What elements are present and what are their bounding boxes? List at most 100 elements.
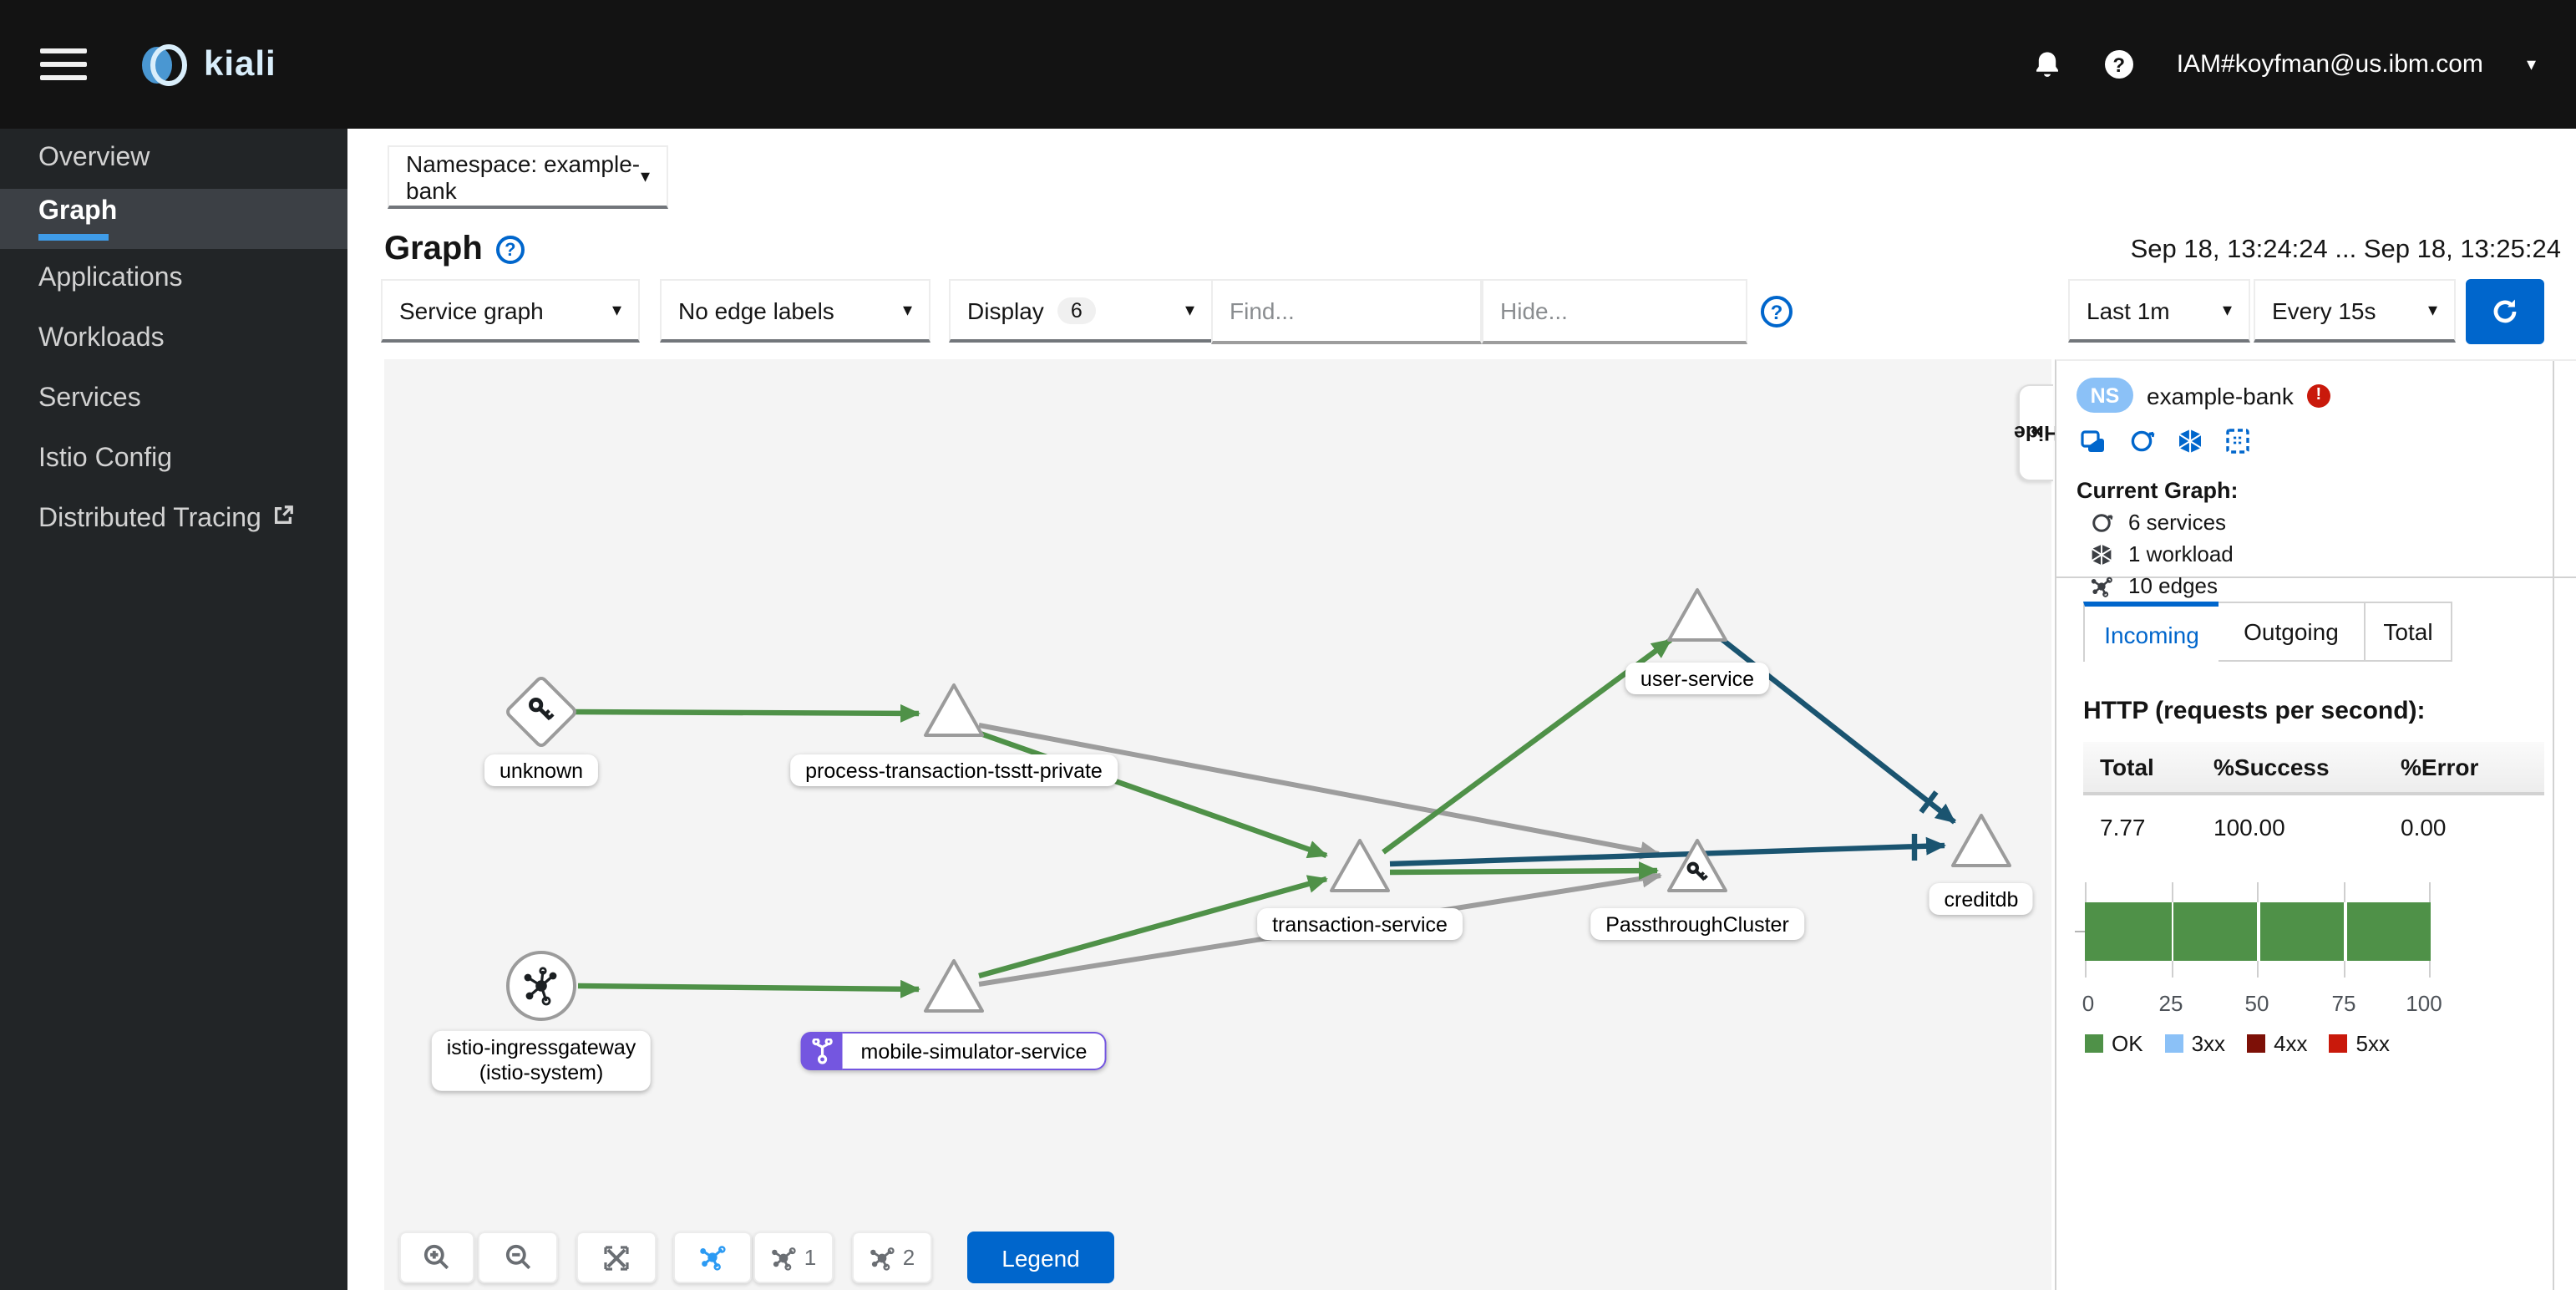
zoom-in-button[interactable] [399,1232,474,1283]
time-range-label: Sep 18, 13:24:24 ... Sep 18, 13:25:24 [2130,236,2561,264]
value-error: 0.00 [2401,814,2447,841]
node-label-mobile-simulator[interactable]: mobile-simulator-service [800,1032,1108,1070]
stat-edges: 10 edges [2090,573,2556,598]
refresh-button[interactable] [2466,279,2544,344]
masthead: kiali ? IAM#koyfman@us.ibm.com ▾ [0,0,2576,129]
chart-legend: OK 3xx 4xx 5xx [2085,1031,2576,1056]
hide-input[interactable] [1482,279,1747,344]
sidebar-item-overview[interactable]: Overview [0,129,347,189]
services-link-icon[interactable] [2128,428,2155,463]
user-menu-label[interactable]: IAM#koyfman@us.ibm.com [2177,50,2483,79]
edge-labels-caret-icon: ▾ [902,301,912,321]
sidebar-item-istio-config[interactable]: Istio Config [0,429,347,490]
page-title: Graph [384,231,483,267]
legend-swatch-5xx [2329,1034,2348,1053]
stat-services: 6 services [2090,510,2556,535]
node-creditdb[interactable] [1951,814,2011,867]
namespace-name[interactable]: example-bank [2147,382,2294,409]
node-user-service[interactable] [1667,588,1727,642]
node-istio-ingressgateway[interactable] [506,951,576,1021]
graph-canvas[interactable]: unknown process-transaction-tsstt-privat… [384,359,2059,1290]
namespace-summary: NS example-bank ! Current Graph: 6 servi… [2056,361,2576,598]
summary-panel: NS example-bank ! Current Graph: 6 servi… [2055,359,2576,1290]
node-label-istio-ingressgateway[interactable]: istio-ingressgateway (istio-system) [431,1030,652,1092]
find-input[interactable] [1211,279,1482,344]
error-status-icon: ! [2306,383,2330,407]
graph-type-caret-icon: ▾ [611,301,621,321]
node-mobile-simulator[interactable] [924,959,984,1013]
panel-scrollbar-gutter[interactable] [2553,361,2554,1290]
applications-link-icon[interactable] [2080,429,2107,462]
display-dropdown[interactable]: Display 6 ▾ [949,279,1213,343]
legend-button[interactable]: Legend [967,1232,1114,1283]
current-graph-title: Current Graph: [2077,478,2239,503]
sidebar-item-services[interactable]: Services [0,369,347,429]
expand-arrows-icon [604,1245,629,1270]
sidebar-item-applications[interactable]: Applications [0,249,347,309]
workloads-link-icon[interactable] [2177,428,2203,463]
edge-labels-dropdown[interactable]: No edge labels ▾ [660,279,931,343]
stat-workloads: 1 workload [2090,541,2556,566]
legend-swatch-4xx [2247,1034,2266,1053]
brand-text: kiali [204,44,276,83]
traffic-tabs: Incoming Outgoing Total [2083,602,2576,662]
layout-1-button[interactable]: 1 [753,1232,834,1283]
http-traffic-bar-chart [2075,882,2431,978]
graph-help-icon[interactable]: ? [495,236,525,264]
graph-type-dropdown[interactable]: Service graph ▾ [381,279,640,343]
workload-icon [2090,542,2113,566]
legend-swatch-3xx [2164,1034,2183,1053]
tab-outgoing[interactable]: Outgoing [2219,602,2366,662]
tab-total[interactable]: Total [2366,602,2452,662]
node-passthrough-cluster[interactable] [1667,839,1727,892]
sidebar-item-distributed-tracing[interactable]: Distributed Tracing [0,490,347,550]
duration-caret-icon: ▾ [2222,301,2232,321]
node-label-process-transaction[interactable]: process-transaction-tsstt-private [790,754,1118,786]
istio-config-link-icon[interactable] [2225,428,2250,463]
tab-incoming[interactable]: Incoming [2083,602,2219,662]
graph-layout-icon [700,1246,726,1271]
y-axis-tick [2075,931,2085,932]
node-transaction-service[interactable] [1330,839,1390,892]
node-unknown[interactable] [506,677,577,748]
notifications-bell-icon[interactable] [2033,50,2061,79]
user-menu-caret-icon[interactable]: ▾ [2527,53,2536,75]
zoom-out-icon [505,1244,530,1270]
refresh-interval-dropdown[interactable]: Every 15s ▾ [2254,279,2456,343]
http-rps-table: Total %Success %Error 7.77 100.00 0.00 [2083,742,2544,841]
zoom-in-icon [423,1244,449,1270]
menu-toggle-icon[interactable] [40,41,87,89]
kiali-logo: kiali [137,38,276,91]
col-header-total: Total [2100,754,2154,780]
value-success: 100.00 [2213,814,2285,841]
hide-panel-tab[interactable]: » Hide [2014,384,2059,481]
edges-icon [2090,574,2113,597]
node-label-transaction-service[interactable]: transaction-service [1257,908,1463,940]
duration-dropdown[interactable]: Last 1m ▾ [2068,279,2250,343]
node-process-transaction[interactable] [924,683,984,737]
layout-2-button[interactable]: 2 [852,1232,932,1283]
version-branch-icon [800,1032,843,1070]
value-total: 7.77 [2100,814,2146,841]
namespace-caret-icon: ▾ [640,167,650,187]
node-label-user-service[interactable]: user-service [1625,663,1770,694]
fit-to-screen-button[interactable] [576,1232,657,1283]
active-underline [38,234,109,241]
help-icon[interactable]: ? [2104,50,2133,79]
http-rps-title: HTTP (requests per second): [2083,697,2426,725]
sidebar-item-workloads[interactable]: Workloads [0,309,347,369]
layout-default-button[interactable] [673,1232,752,1283]
find-hide-help-icon[interactable]: ? [1761,296,1793,328]
service-icon [2090,510,2113,534]
display-caret-icon: ▾ [1184,301,1194,321]
refresh-interval-caret-icon: ▾ [2427,301,2437,321]
sidebar-item-graph[interactable]: Graph [0,189,347,249]
node-label-creditdb[interactable]: creditdb [1929,883,2034,915]
graph-layout-icon [772,1247,797,1270]
namespace-dropdown[interactable]: Namespace: example-bank ▾ [388,145,668,209]
graph-layout-icon [870,1247,895,1270]
main-content: Namespace: example-bank ▾ Graph ? Sep 18… [347,129,2576,1290]
zoom-out-button[interactable] [478,1232,558,1283]
node-label-unknown[interactable]: unknown [484,754,599,786]
node-label-passthrough-cluster[interactable]: PassthroughCluster [1590,908,1804,940]
